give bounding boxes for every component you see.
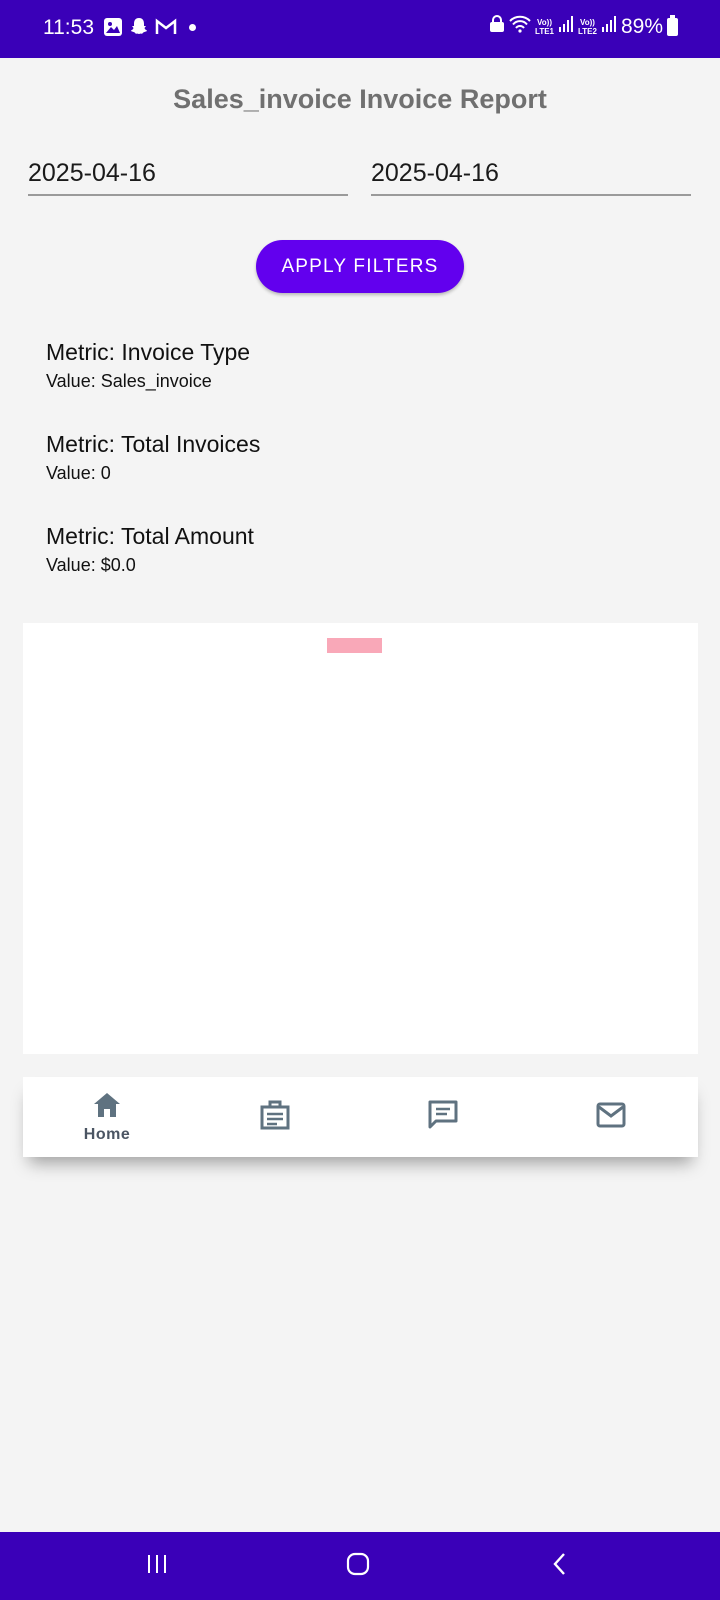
chart-legend-swatch [327,638,382,653]
metric-value: Value: 0 [46,463,111,483]
status-bar: 11:53 Vo)) LTE1 Vo)) LTE2 89% [0,0,720,58]
lock-icon [489,15,505,39]
battery-percent: 89% [620,15,663,38]
metric-invoice-type: Metric: Invoice Type Value: Sales_invoic… [46,339,250,392]
briefcase-icon [259,1099,291,1136]
sim1-label: Vo)) LTE1 [535,18,554,36]
nav-item-messages[interactable] [359,1077,527,1157]
end-date-field[interactable] [371,150,691,196]
gallery-icon [103,17,123,37]
status-system-icons: Vo)) LTE1 Vo)) LTE2 89% [489,15,678,39]
apply-filters-button[interactable]: APPLY FILTERS [256,240,464,293]
system-home-button[interactable] [328,1548,388,1584]
metric-label: Metric: Invoice Type [46,339,251,365]
system-navigation-bar [0,1532,720,1600]
metric-total-invoices: Metric: Total Invoices Value: 0 [46,431,260,484]
wifi-icon [509,15,531,39]
battery-icon [667,15,678,36]
nav-item-briefcase[interactable] [191,1077,359,1157]
nav-item-home[interactable]: Home [23,1077,191,1157]
metric-label: Metric: Total Invoices [46,431,261,457]
metric-value: Value: Sales_invoice [46,371,212,391]
snapchat-icon [129,17,149,37]
status-notification-icons [103,17,196,37]
metric-total-amount: Metric: Total Amount Value: $0.0 [46,523,254,576]
metric-label: Metric: Total Amount [46,523,254,549]
start-date-field[interactable] [28,150,348,196]
signal-icon [601,15,617,39]
home-icon [92,1091,122,1124]
home-circle-icon [345,1551,371,1582]
nav-item-mail[interactable] [527,1077,695,1157]
back-icon [548,1551,572,1582]
status-time: 11:53 [43,16,94,39]
gmail-icon [155,18,177,36]
message-icon [427,1099,459,1136]
bottom-navigation: Home [23,1077,698,1157]
recent-apps-button[interactable] [127,1548,187,1584]
recent-apps-icon [145,1552,169,1581]
sim2-label: Vo)) LTE2 [578,18,597,36]
back-button[interactable] [530,1548,590,1584]
mail-icon [595,1100,627,1135]
signal-icon [558,15,574,39]
chart-area [23,623,698,1054]
metric-value: Value: $0.0 [46,555,136,575]
page-title: Sales_invoice Invoice Report [173,84,547,114]
dot-icon [189,23,196,31]
nav-label-home: Home [83,1125,131,1143]
